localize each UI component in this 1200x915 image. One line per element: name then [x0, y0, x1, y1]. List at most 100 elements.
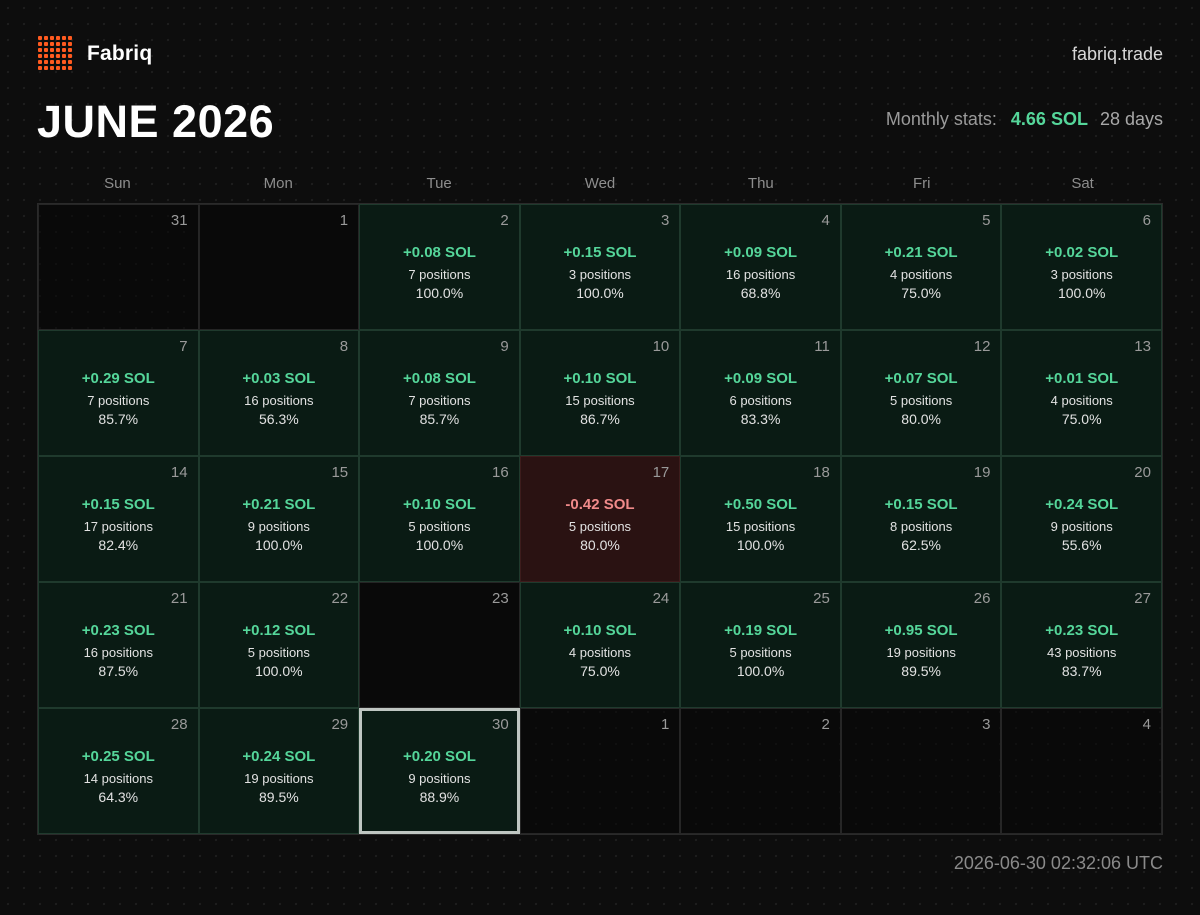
header: Fabriq fabriq.trade	[38, 36, 1163, 72]
day-cell[interactable]: 10 +0.10 SOL 15 positions 86.7%	[519, 330, 681, 456]
day-number: 20	[1134, 464, 1151, 481]
day-win-rate: 100.0%	[415, 537, 464, 553]
day-summary: +0.29 SOL 7 positions 85.7%	[39, 370, 198, 427]
day-number: 11	[814, 338, 830, 355]
day-cell[interactable]: 4 +0.09 SOL 16 positions 68.8%	[680, 204, 841, 330]
day-pnl: +0.01 SOL	[1045, 370, 1119, 387]
day-pnl: +0.19 SOL	[724, 622, 798, 639]
day-cell[interactable]: 2 +0.08 SOL 7 positions 100.0%	[359, 204, 520, 330]
day-summary: +0.07 SOL 5 positions 80.0%	[842, 370, 1001, 427]
day-number: 1	[339, 212, 349, 229]
day-cell[interactable]: 11 +0.09 SOL 6 positions 83.3%	[680, 330, 841, 456]
day-cell[interactable]: 19 +0.15 SOL 8 positions 62.5%	[840, 456, 1002, 582]
day-cell[interactable]: 7 +0.29 SOL 7 positions 85.7%	[38, 330, 199, 456]
logo-dot	[62, 60, 66, 64]
day-summary: +0.03 SOL 16 positions 56.3%	[200, 370, 359, 427]
day-cell[interactable]: 9 +0.08 SOL 7 positions 85.7%	[359, 330, 520, 456]
logo-dot	[50, 60, 54, 64]
day-cell[interactable]: 24 +0.10 SOL 4 positions 75.0%	[519, 582, 681, 708]
logo-dot	[56, 54, 60, 58]
day-positions: 4 positions	[1050, 393, 1113, 408]
logo-dot	[50, 48, 54, 52]
day-number: 13	[1134, 338, 1151, 355]
day-cell[interactable]: 15 +0.21 SOL 9 positions 100.0%	[198, 456, 360, 582]
day-number: 8	[339, 338, 349, 355]
logo-dot	[56, 48, 60, 52]
day-positions: 19 positions	[244, 771, 314, 786]
day-number: 29	[331, 716, 349, 733]
day-number: 1	[660, 716, 670, 733]
day-cell[interactable]: 21 +0.23 SOL 16 positions 87.5%	[38, 582, 199, 708]
day-summary: +0.12 SOL 5 positions 100.0%	[200, 622, 359, 679]
weekday-header: Sun Mon Tue Wed Thu Fri Sat	[37, 175, 1163, 192]
weekday-label: Wed	[584, 175, 616, 192]
logo-dot	[38, 42, 42, 46]
logo-dot	[44, 60, 48, 64]
day-win-rate: 83.3%	[740, 411, 781, 427]
day-pnl: +0.08 SOL	[402, 370, 476, 387]
day-number: 4	[1142, 716, 1151, 733]
logo-dot	[50, 66, 54, 70]
brand[interactable]: Fabriq	[38, 36, 152, 72]
day-cell[interactable]: 16 +0.10 SOL 5 positions 100.0%	[359, 456, 520, 582]
day-cell[interactable]: 26 +0.95 SOL 19 positions 89.5%	[840, 582, 1002, 708]
day-number: 9	[500, 338, 509, 355]
day-cell[interactable]: 12 +0.07 SOL 5 positions 80.0%	[840, 330, 1002, 456]
day-cell[interactable]: 6 +0.02 SOL 3 positions 100.0%	[1001, 204, 1162, 330]
day-win-rate: 80.0%	[580, 537, 620, 553]
day-win-rate: 88.9%	[419, 789, 460, 805]
weekday-label: Sun	[104, 175, 131, 192]
day-number: 15	[331, 464, 349, 481]
day-cell[interactable]: 25 +0.19 SOL 5 positions 100.0%	[680, 582, 841, 708]
logo-dot	[68, 48, 72, 52]
day-pnl: +0.15 SOL	[81, 496, 155, 513]
day-cell[interactable]: 29 +0.24 SOL 19 positions 89.5%	[198, 708, 360, 834]
logo-dot	[56, 60, 60, 64]
weekday-label: Mon	[263, 175, 293, 192]
day-cell[interactable]: 1	[198, 204, 360, 330]
day-cell[interactable]: 5 +0.21 SOL 4 positions 75.0%	[840, 204, 1002, 330]
day-summary: +0.25 SOL 14 positions 64.3%	[39, 748, 198, 805]
day-cell[interactable]: 17 -0.42 SOL 5 positions 80.0%	[519, 456, 681, 582]
day-summary: +0.21 SOL 4 positions 75.0%	[842, 244, 1001, 301]
monthly-stats: Monthly stats: 4.66 SOL 28 days	[886, 109, 1163, 130]
day-number: 25	[813, 590, 830, 607]
day-cell[interactable]: 27 +0.23 SOL 43 positions 83.7%	[1001, 582, 1162, 708]
day-win-rate: 86.7%	[580, 411, 620, 427]
day-pnl: +0.10 SOL	[563, 622, 637, 639]
day-summary: +0.01 SOL 4 positions 75.0%	[1002, 370, 1161, 427]
day-cell[interactable]: 8 +0.03 SOL 16 positions 56.3%	[198, 330, 360, 456]
day-summary: +0.10 SOL 5 positions 100.0%	[360, 496, 519, 553]
day-win-rate: 100.0%	[736, 537, 785, 553]
day-number: 5	[982, 212, 991, 229]
day-pnl: +0.15 SOL	[884, 496, 958, 513]
day-cell[interactable]: 18 +0.50 SOL 15 positions 100.0%	[680, 456, 841, 582]
day-cell[interactable]: 20 +0.24 SOL 9 positions 55.6%	[1001, 456, 1162, 582]
day-cell[interactable]: 3 +0.15 SOL 3 positions 100.0%	[519, 204, 681, 330]
day-cell[interactable]: 13 +0.01 SOL 4 positions 75.0%	[1001, 330, 1162, 456]
day-cell[interactable]: 14 +0.15 SOL 17 positions 82.4%	[38, 456, 199, 582]
day-win-rate: 75.0%	[901, 285, 941, 301]
day-cell[interactable]: 28 +0.25 SOL 14 positions 64.3%	[38, 708, 199, 834]
day-positions: 7 positions	[408, 267, 471, 282]
day-summary: +0.15 SOL 8 positions 62.5%	[842, 496, 1001, 553]
site-link[interactable]: fabriq.trade	[1072, 44, 1163, 65]
day-positions: 7 positions	[87, 393, 150, 408]
day-pnl: +0.07 SOL	[884, 370, 958, 387]
day-number: 7	[179, 338, 188, 355]
day-positions: 8 positions	[890, 519, 953, 534]
day-number: 27	[1134, 590, 1151, 607]
day-cell-today[interactable]: 30 +0.20 SOL 9 positions 88.9%	[359, 708, 520, 834]
day-positions: 5 positions	[729, 645, 792, 660]
weekday-label: Tue	[426, 175, 452, 192]
day-cell[interactable]: 23	[359, 582, 520, 708]
day-number: 12	[973, 338, 991, 355]
logo-dot	[62, 42, 66, 46]
day-number: 21	[170, 590, 188, 607]
logo-dot	[62, 66, 66, 70]
day-win-rate: 100.0%	[576, 285, 624, 301]
logo-dot	[38, 48, 42, 52]
day-cell[interactable]: 22 +0.12 SOL 5 positions 100.0%	[198, 582, 360, 708]
day-number: 23	[492, 590, 509, 607]
logo-dot	[38, 66, 42, 70]
